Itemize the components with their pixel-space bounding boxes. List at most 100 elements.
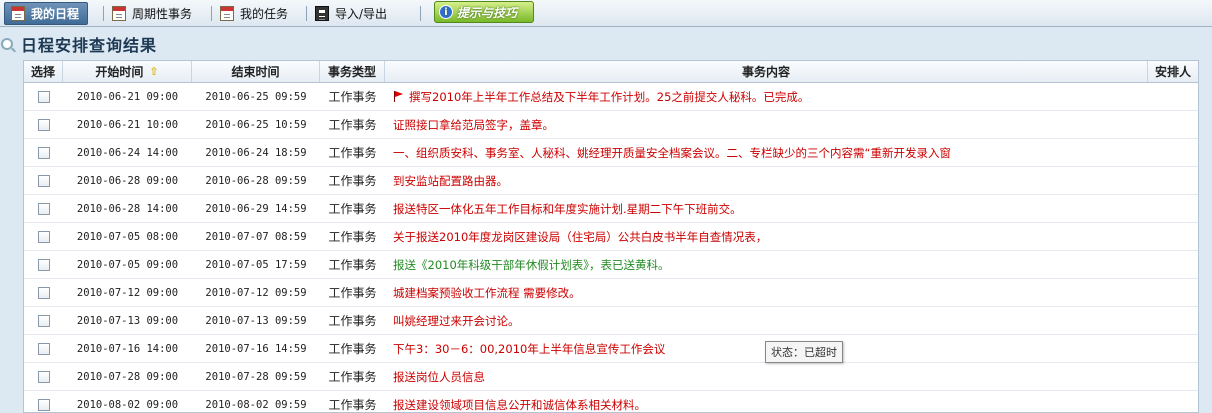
content-link[interactable]: 叫姚经理过来开会讨论。 — [393, 313, 520, 329]
header-content[interactable]: 事务内容 — [385, 61, 1148, 82]
content-cell[interactable]: 撰写2010年上半年工作总结及下半年工作计划。25之前提交人秘科。已完成。 — [385, 83, 1148, 110]
table-row[interactable]: 2010-07-05 08:00 2010-07-07 08:59 工作事务 关于报送… — [24, 223, 1198, 251]
content-cell[interactable]: 到安监站配置路由器。 — [385, 167, 1148, 194]
content-link[interactable]: 关于报送2010年度龙岗区建设局（住宅局）公共白皮书半年自查情况表， — [393, 229, 767, 245]
end-time-cell: 2010-06-29 14:59 — [205, 202, 307, 215]
table-row[interactable]: 2010-07-16 14:00 2010-07-16 14:59 工作事务 下午3：… — [24, 335, 1198, 363]
content-link[interactable]: 到安监站配置路由器。 — [393, 173, 508, 189]
row-checkbox[interactable] — [37, 146, 50, 159]
table-row[interactable]: 2010-07-05 09:00 2010-07-05 17:59 工作事务 报送《2… — [24, 251, 1198, 279]
calendar-icon — [11, 6, 25, 21]
row-checkbox[interactable] — [37, 398, 50, 411]
table-body: 2010-06-21 09:00 2010-06-25 09:59 工作事务 撰写20… — [24, 83, 1198, 413]
type-cell: 工作事务 — [328, 314, 377, 328]
header-arranger[interactable]: 安排人 — [1148, 61, 1198, 82]
select-cell — [24, 111, 63, 138]
arranger-cell — [1148, 139, 1198, 166]
type-cell: 工作事务 — [328, 342, 377, 356]
content-cell[interactable]: 报送特区一体化五年工作目标和年度实施计划.星期二下午下班前交。 — [385, 195, 1148, 222]
row-checkbox[interactable] — [37, 174, 50, 187]
header-type[interactable]: 事务类型 — [320, 61, 385, 82]
tab-divider — [103, 6, 104, 21]
content-link[interactable]: 一、组织质安科、事务室、人秘科、姚经理开质量安全档案会议。二、专栏缺少的三个内容… — [393, 145, 951, 161]
arranger-cell — [1148, 335, 1198, 362]
content-cell[interactable]: 叫姚经理过来开会讨论。 — [385, 307, 1148, 334]
end-time-cell: 2010-07-13 09:59 — [205, 314, 307, 327]
start-time-cell: 2010-07-16 14:00 — [76, 342, 179, 355]
table-row[interactable]: 2010-06-28 09:00 2010-06-28 09:59 工作事务 到安监站… — [24, 167, 1198, 195]
row-checkbox[interactable] — [37, 342, 50, 355]
tab-import-export[interactable]: 导入/导出 — [315, 2, 387, 25]
content-cell[interactable]: 关于报送2010年度龙岗区建设局（住宅局）公共白皮书半年自查情况表， — [385, 223, 1148, 250]
table-row[interactable]: 2010-06-21 09:00 2010-06-25 09:59 工作事务 撰写20… — [24, 83, 1198, 111]
end-time-cell: 2010-07-12 09:59 — [205, 286, 307, 299]
content-link[interactable]: 撰写2010年上半年工作总结及下半年工作计划。25之前提交人秘科。已完成。 — [409, 89, 809, 105]
type-cell: 工作事务 — [328, 370, 377, 384]
table-row[interactable]: 2010-06-24 14:00 2010-06-24 18:59 工作事务 一、组织… — [24, 139, 1198, 167]
content-link[interactable]: 证照接口拿给范局签字，盖章。 — [393, 117, 554, 133]
search-icon — [1, 38, 13, 50]
end-time-cell: 2010-07-28 09:59 — [205, 370, 307, 383]
import-export-icon — [315, 6, 329, 21]
tips-button[interactable]: i 提示与技巧 — [434, 1, 534, 23]
type-cell: 工作事务 — [328, 174, 377, 188]
end-time-cell: 2010-08-02 09:59 — [205, 398, 307, 411]
end-time-cell: 2010-06-25 10:59 — [205, 118, 307, 131]
tab-my-schedule[interactable]: 我的日程 — [4, 2, 89, 25]
content-cell[interactable]: 城建档案预验收工作流程 需要修改。 — [385, 279, 1148, 306]
content-cell[interactable]: 报送建设领域项目信息公开和诚信体系相关材料。 — [385, 391, 1148, 413]
select-cell — [24, 83, 63, 110]
select-cell — [24, 363, 63, 390]
row-checkbox[interactable] — [37, 286, 50, 299]
arranger-cell — [1148, 223, 1198, 250]
table-row[interactable]: 2010-06-28 14:00 2010-06-29 14:59 工作事务 报送特区… — [24, 195, 1198, 223]
type-cell: 工作事务 — [328, 398, 377, 412]
row-checkbox[interactable] — [37, 370, 50, 383]
header-start-time[interactable]: 开始时间 ⇧ — [63, 61, 192, 82]
row-checkbox[interactable] — [37, 258, 50, 271]
tab-my-tasks[interactable]: 我的任务 — [220, 2, 288, 25]
tab-divider — [211, 6, 212, 21]
arranger-cell — [1148, 195, 1198, 222]
type-cell: 工作事务 — [328, 90, 377, 104]
table-row[interactable]: 2010-07-28 09:00 2010-07-28 09:59 工作事务 报送岗位… — [24, 363, 1198, 391]
header-end-time[interactable]: 结束时间 — [192, 61, 320, 82]
content-link[interactable]: 报送特区一体化五年工作目标和年度实施计划.星期二下午下班前交。 — [393, 201, 742, 217]
type-cell: 工作事务 — [328, 286, 377, 300]
start-time-cell: 2010-08-02 09:00 — [76, 398, 179, 411]
info-icon: i — [439, 5, 453, 19]
row-checkbox[interactable] — [37, 314, 50, 327]
content-cell[interactable]: 报送《2010年科级干部年休假计划表》，表已送黄科。 — [385, 251, 1148, 278]
content-link[interactable]: 城建档案预验收工作流程 需要修改。 — [393, 285, 581, 301]
tab-recurring-tasks[interactable]: 周期性事务 — [112, 2, 192, 25]
content-cell[interactable]: 报送岗位人员信息 — [385, 363, 1148, 390]
start-time-cell: 2010-06-21 10:00 — [76, 118, 179, 131]
row-checkbox[interactable] — [37, 90, 50, 103]
content-link[interactable]: 报送建设领域项目信息公开和诚信体系相关材料。 — [393, 397, 646, 413]
tab-divider — [420, 6, 421, 21]
select-cell — [24, 279, 63, 306]
content-cell[interactable]: 证照接口拿给范局签字，盖章。 — [385, 111, 1148, 138]
content-link[interactable]: 报送岗位人员信息 — [393, 369, 485, 385]
table-row[interactable]: 2010-07-13 09:00 2010-07-13 09:59 工作事务 叫姚经理… — [24, 307, 1198, 335]
select-cell — [24, 307, 63, 334]
table-row[interactable]: 2010-08-02 09:00 2010-08-02 09:59 工作事务 报送建设… — [24, 391, 1198, 413]
start-time-cell: 2010-06-24 14:00 — [76, 146, 179, 159]
content-cell[interactable]: 一、组织质安科、事务室、人秘科、姚经理开质量安全档案会议。二、专栏缺少的三个内容… — [385, 139, 1148, 166]
content-link[interactable]: 下午3：30－6：00,2010年上半年信息宣传工作会议 — [393, 341, 665, 357]
sort-ascending-icon[interactable]: ⇧ — [149, 65, 158, 78]
row-checkbox[interactable] — [37, 202, 50, 215]
start-time-cell: 2010-07-12 09:00 — [76, 286, 179, 299]
arranger-cell — [1148, 251, 1198, 278]
row-checkbox[interactable] — [37, 118, 50, 131]
table-row[interactable]: 2010-06-21 10:00 2010-06-25 10:59 工作事务 证照接口… — [24, 111, 1198, 139]
content-link[interactable]: 报送《2010年科级干部年休假计划表》，表已送黄科。 — [393, 257, 670, 273]
row-checkbox[interactable] — [37, 230, 50, 243]
start-time-cell: 2010-07-05 09:00 — [76, 258, 179, 271]
start-time-cell: 2010-06-28 09:00 — [76, 174, 179, 187]
select-cell — [24, 335, 63, 362]
table-header: 选择 开始时间 ⇧ 结束时间 事务类型 事务内容 安排人 — [24, 61, 1198, 83]
table-row[interactable]: 2010-07-12 09:00 2010-07-12 09:59 工作事务 城建档案… — [24, 279, 1198, 307]
status-tooltip: 状态：已超时 — [765, 341, 843, 363]
schedule-table: 选择 开始时间 ⇧ 结束时间 事务类型 事务内容 安排人 2010-06-21 … — [23, 60, 1199, 413]
